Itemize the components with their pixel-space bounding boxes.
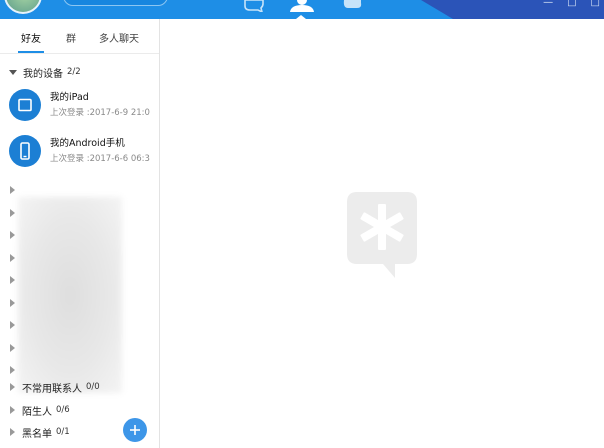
group-name: 黑名单	[22, 428, 52, 440]
tab-underline	[18, 51, 44, 53]
close-icon[interactable]: □	[591, 0, 600, 8]
expand-arrow-icon	[9, 69, 17, 75]
collapse-arrow-icon	[10, 186, 15, 194]
tab-space[interactable]	[340, 0, 364, 19]
collapse-arrow-icon	[10, 428, 15, 436]
collapse-arrow-icon	[10, 383, 15, 391]
group-strangers[interactable]: 陌生人 0/6	[0, 402, 160, 418]
device-last-login: 上次登录 :2017-6-6 06:3	[50, 154, 150, 164]
plus-icon	[130, 425, 140, 435]
collapsed-group-row[interactable]	[0, 203, 160, 223]
add-contact-button[interactable]	[123, 418, 147, 442]
title-bar: — □ □	[0, 0, 604, 19]
collapse-arrow-icon	[10, 406, 15, 414]
device-item-ipad[interactable]: 我的iPad 上次登录 :2017-6-9 21:0	[0, 83, 160, 127]
collapsed-group-row[interactable]	[0, 225, 160, 245]
window-controls: — □ □	[543, 0, 600, 19]
device-last-login: 上次登录 :2017-6-9 21:0	[50, 108, 150, 118]
search-box[interactable]	[63, 0, 168, 6]
collapse-arrow-icon	[10, 321, 15, 329]
collapse-arrow-icon	[10, 344, 15, 352]
collapsed-group-row[interactable]	[0, 315, 160, 335]
collapsed-group-row[interactable]	[0, 270, 160, 290]
group-infrequent-contacts[interactable]: 不常用联系人 0/0	[0, 379, 160, 395]
collapsed-group-row[interactable]	[0, 338, 160, 358]
cloud-icon	[343, 0, 362, 8]
collapsed-group-row[interactable]	[0, 180, 160, 200]
collapse-arrow-icon	[10, 209, 15, 217]
collapse-arrow-icon	[10, 231, 15, 239]
maximize-icon[interactable]: □	[567, 0, 576, 8]
device-item-android[interactable]: 我的Android手机 上次登录 :2017-6-6 06:3	[0, 129, 160, 173]
contacts-sidebar: 好友 群 多人聊天 我的设备 2/2 我的iPad 上次登录 :2017-6-9…	[0, 19, 160, 448]
collapsed-group-row[interactable]	[0, 360, 160, 380]
minimize-icon[interactable]: —	[543, 0, 553, 8]
app-window: — □ □ 好友 群 多人聊天 我的设备 2/2 我的iPad 上次登录 :20…	[0, 0, 604, 448]
tab-groups[interactable]: 群	[66, 30, 76, 45]
group-name: 不常用联系人	[22, 383, 82, 395]
contacts-icon	[290, 0, 314, 12]
collapsed-group-row[interactable]	[0, 293, 160, 313]
group-name: 我的设备	[23, 68, 63, 80]
device-name: 我的iPad	[50, 92, 89, 103]
tab-messages[interactable]	[240, 0, 268, 19]
group-my-devices[interactable]: 我的设备 2/2	[0, 64, 160, 80]
phone-icon	[9, 135, 41, 167]
tab-friends[interactable]: 好友	[21, 30, 41, 45]
collapse-arrow-icon	[10, 276, 15, 284]
tab-multi-chat[interactable]: 多人聊天	[99, 30, 139, 45]
star-bubble-logo-icon	[347, 192, 417, 278]
chat-content-area	[161, 19, 604, 448]
user-avatar[interactable]	[4, 0, 42, 14]
tablet-icon	[9, 89, 41, 121]
contact-tabs: 好友 群 多人聊天	[0, 19, 159, 54]
group-count: 0/1	[56, 427, 70, 437]
collapse-arrow-icon	[10, 366, 15, 374]
group-name: 陌生人	[22, 406, 52, 418]
collapse-arrow-icon	[10, 299, 15, 307]
group-count: 2/2	[67, 67, 81, 77]
message-icon	[244, 0, 264, 12]
collapsed-group-row[interactable]	[0, 248, 160, 268]
collapse-arrow-icon	[10, 254, 15, 262]
group-count: 0/0	[86, 382, 100, 392]
group-count: 0/6	[56, 405, 70, 415]
device-name: 我的Android手机	[50, 138, 125, 149]
